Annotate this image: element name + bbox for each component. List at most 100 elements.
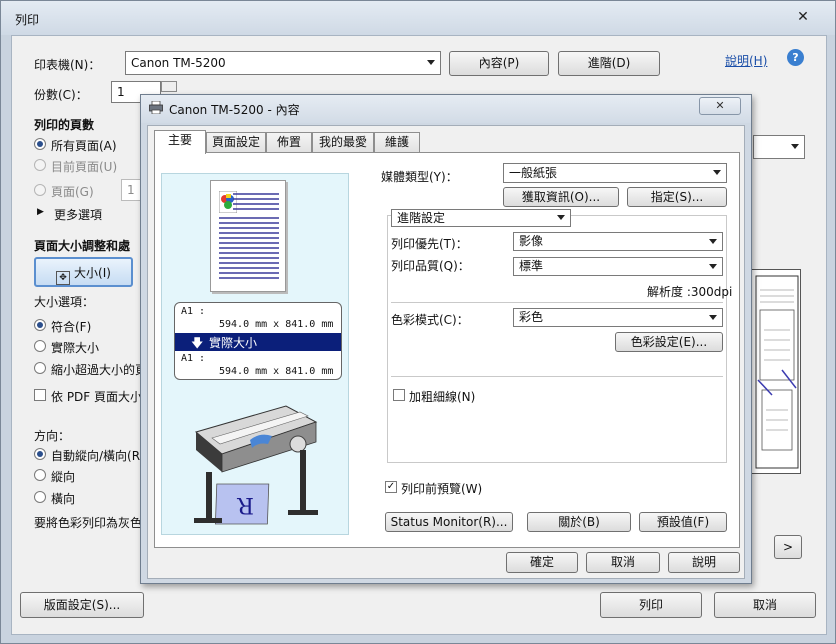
- range-pages-input[interactable]: 1: [121, 179, 141, 201]
- cancel-button[interactable]: 取消: [586, 552, 660, 573]
- resolution-text: 解析度 :300dpi: [647, 285, 733, 299]
- tab-layout[interactable]: 佈置: [266, 132, 312, 153]
- properties-body: 主要 頁面設定 佈置 我的最愛 維護 A1: 594.0 mm x 841.0…: [147, 125, 745, 579]
- page-setup-button[interactable]: 版面設定(S)...: [20, 592, 144, 618]
- about-button[interactable]: 關於(B): [527, 512, 631, 532]
- thumb-text-line: [219, 247, 279, 249]
- range-current-radio[interactable]: [34, 159, 46, 171]
- thumb-text-line: [219, 227, 279, 229]
- close-icon[interactable]: ✕: [699, 97, 741, 115]
- media-type-select[interactable]: 一般紙張: [503, 163, 727, 183]
- thumb-text-line: [219, 267, 279, 269]
- print-quality-select[interactable]: 標準: [513, 257, 723, 276]
- orient-portrait-label: 縱向: [51, 470, 76, 484]
- copies-label: 份數(C)：: [34, 88, 88, 102]
- divider: [391, 302, 723, 303]
- help-icon[interactable]: ?: [787, 49, 804, 66]
- size-top-value: 594.0 mm x 841.0 mm: [219, 319, 334, 330]
- preview-pane: A1 : 594.0 mm x 841.0 mm 🡇 實際大小 A1 : 594…: [161, 173, 349, 535]
- preview-before-print-checkbox[interactable]: ✓: [385, 481, 397, 493]
- orient-landscape-radio[interactable]: [34, 491, 46, 503]
- color-mode-select[interactable]: 彩色: [513, 308, 723, 327]
- thumb-text-line: [219, 272, 279, 274]
- range-current-label: 目前頁面(U): [51, 160, 118, 174]
- fit-radio[interactable]: [34, 319, 46, 331]
- color-mode-label: 色彩模式(C)：: [391, 313, 469, 327]
- thumb-text-line: [233, 193, 279, 195]
- defaults-button[interactable]: 預設值(F): [639, 512, 727, 532]
- thumb-text-line: [233, 198, 279, 200]
- actual-size-band-label: 實際大小: [209, 336, 258, 350]
- properties-button[interactable]: 內容(P): [449, 51, 549, 76]
- main-tab-panel: A1 : 594.0 mm x 841.0 mm 🡇 實際大小 A1 : 594…: [154, 152, 740, 548]
- paper-size-box: A1 : 594.0 mm x 841.0 mm 🡇 實際大小 A1 : 594…: [174, 302, 342, 380]
- divider: [391, 376, 723, 377]
- color-mode-value: 彩色: [519, 310, 544, 324]
- range-pages-radio[interactable]: [34, 184, 46, 196]
- specify-button[interactable]: 指定(S)...: [627, 187, 727, 207]
- grayscale-note: 要將色彩列印為灰色: [34, 516, 143, 530]
- thumb-text-line: [219, 237, 279, 239]
- get-info-button[interactable]: 獲取資訊(O)...: [503, 187, 619, 207]
- arrow-down-icon: 🡇: [191, 336, 204, 350]
- print-preview-sheet: [751, 269, 801, 474]
- status-monitor-button[interactable]: Status Monitor(R)...: [385, 512, 513, 532]
- chevron-down-icon: [709, 263, 717, 269]
- print-priority-value: 影像: [519, 234, 544, 248]
- range-heading: 列印的頁數: [34, 118, 95, 132]
- print-dialog-title: 列印: [15, 13, 40, 27]
- orient-auto-radio[interactable]: [34, 448, 46, 460]
- chevron-down-icon: [557, 215, 565, 220]
- thumb-text-line: [233, 203, 279, 205]
- scale-heading: 頁面大小調整和處: [34, 239, 131, 253]
- size-top-label: A1 :: [181, 306, 206, 317]
- actual-size-radio[interactable]: [34, 340, 46, 352]
- color-settings-button[interactable]: 色彩設定(E)...: [615, 332, 723, 352]
- print-cancel-button[interactable]: 取消: [714, 592, 816, 618]
- chevron-down-icon: [709, 314, 717, 320]
- orient-auto-label: 自動縱向/橫向(R): [51, 449, 145, 463]
- print-priority-select[interactable]: 影像: [513, 232, 723, 251]
- size-button[interactable]: ✥ 大小(I): [34, 257, 133, 287]
- printer-icon: [149, 101, 163, 114]
- next-page-button[interactable]: >: [774, 535, 802, 559]
- close-icon[interactable]: ✕: [793, 9, 813, 27]
- preview-before-print-label: 列印前預覽(W): [401, 482, 483, 496]
- printer-select[interactable]: Canon TM-5200: [125, 51, 441, 75]
- ok-button[interactable]: 確定: [506, 552, 578, 573]
- copies-up-arrow[interactable]: [161, 81, 177, 92]
- expand-arrow-icon[interactable]: ▶: [37, 207, 44, 217]
- orient-portrait-radio[interactable]: [34, 469, 46, 481]
- print-button[interactable]: 列印: [600, 592, 702, 618]
- print-priority-label: 列印優先(T)：: [391, 237, 468, 251]
- advanced-button[interactable]: 進階(D): [558, 51, 660, 76]
- size-bottom-value: 594.0 mm x 841.0 mm: [219, 366, 334, 377]
- chevron-down-icon: [427, 60, 435, 65]
- chevron-down-icon: [709, 238, 717, 244]
- tab-maintenance[interactable]: 維護: [374, 132, 420, 153]
- preview-drawing-icon: [755, 275, 799, 469]
- help-button[interactable]: 說明: [668, 552, 740, 573]
- tab-main[interactable]: 主要: [154, 130, 206, 154]
- orient-landscape-label: 橫向: [51, 492, 76, 506]
- chevron-down-icon: [791, 144, 799, 149]
- chevron-down-icon: [713, 170, 721, 175]
- range-pages-label: 頁面(G): [51, 185, 94, 199]
- advanced-settings-select[interactable]: 進階設定: [391, 209, 571, 227]
- more-options-link[interactable]: 更多選項: [54, 206, 102, 223]
- thicken-lines-checkbox[interactable]: [393, 389, 405, 401]
- pdf-page-size-label: 依 PDF 頁面大小選: [51, 390, 155, 404]
- thumb-text-line: [219, 277, 279, 279]
- page-scaling-select[interactable]: [753, 135, 805, 159]
- thumb-text-line: [233, 208, 279, 210]
- help-link[interactable]: 說明(H): [725, 52, 767, 69]
- size-options-label: 大小選項：: [34, 295, 95, 309]
- thumb-text-line: [219, 252, 279, 254]
- tab-favorites[interactable]: 我的最愛: [312, 132, 374, 153]
- range-all-radio[interactable]: [34, 138, 46, 150]
- print-dialog-titlebar: [1, 1, 835, 35]
- tab-page-setup[interactable]: 頁面設定: [206, 132, 266, 153]
- print-quality-value: 標準: [519, 259, 544, 273]
- shrink-radio[interactable]: [34, 362, 46, 374]
- pdf-page-size-checkbox[interactable]: [34, 389, 46, 401]
